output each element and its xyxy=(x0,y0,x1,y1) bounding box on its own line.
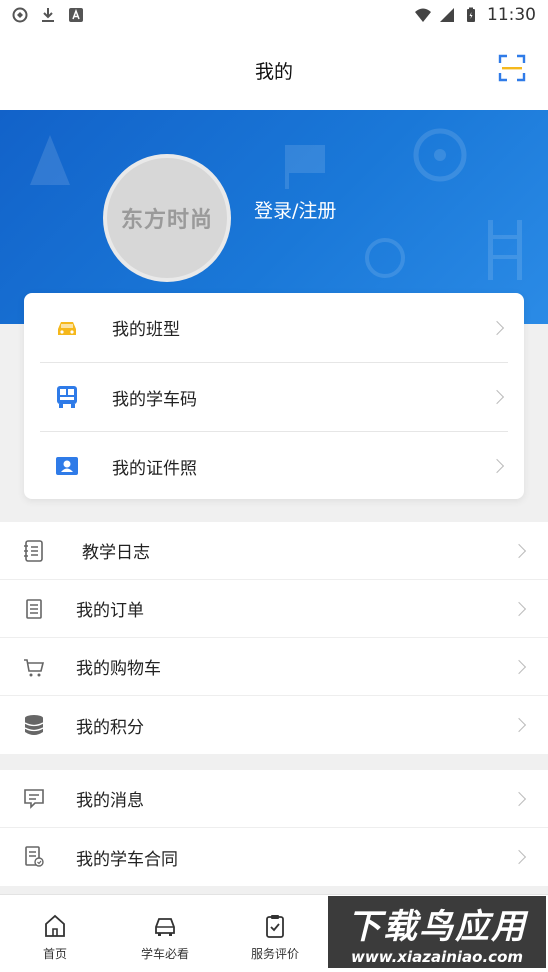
card-item-label: 我的班型 xyxy=(112,320,180,340)
login-register-link[interactable]: 登录/注册 xyxy=(254,196,336,223)
menu-item-label: 我的购物车 xyxy=(76,659,161,679)
order-icon xyxy=(26,598,42,619)
menu-item-label: 我的订单 xyxy=(76,601,144,621)
car-outline-icon xyxy=(155,918,175,936)
id-photo-icon xyxy=(56,457,78,475)
menu-item-teaching-log[interactable]: 教学日志 xyxy=(0,522,548,580)
wifi-icon xyxy=(415,8,431,22)
signal-icon xyxy=(440,8,454,22)
menu-item-label: 我的消息 xyxy=(76,791,144,811)
font-icon xyxy=(69,8,83,22)
chevron-right-icon xyxy=(511,791,527,806)
stopwatch-icon xyxy=(365,238,405,278)
tab-service-review[interactable]: 服务评价 xyxy=(220,895,330,972)
avatar-logo: 东方时尚 xyxy=(120,207,213,233)
steering-wheel-icon xyxy=(413,128,467,182)
page-title: 我的 xyxy=(254,60,293,83)
notebook-icon xyxy=(24,539,43,562)
traffic-cone-icon xyxy=(30,135,70,185)
watermark-url: www.xiazainiao.com xyxy=(350,947,524,966)
home-icon xyxy=(45,914,65,937)
chevron-right-icon xyxy=(511,849,527,865)
menu-item-points[interactable]: 我的积分 xyxy=(0,696,548,754)
menu-item-label: 我的学车合同 xyxy=(76,849,178,870)
profile-banner: 东方时尚 登录/注册 xyxy=(0,110,548,324)
card-item-label: 我的证件照 xyxy=(112,458,197,479)
menu-item-cart[interactable]: 我的购物车 xyxy=(0,638,548,696)
title-bar: 我的 xyxy=(0,30,548,110)
chevron-right-icon xyxy=(511,659,527,674)
chevron-right-icon xyxy=(489,320,505,335)
coins-icon xyxy=(24,715,44,735)
clipboard-check-icon xyxy=(266,915,284,938)
ladder-icon xyxy=(488,220,522,280)
avatar[interactable]: 东方时尚 xyxy=(103,154,231,282)
tab-label: 服务评价 xyxy=(250,947,299,961)
menu-item-messages[interactable]: 我的消息 xyxy=(0,770,548,828)
cart-icon xyxy=(24,658,45,676)
qr-bus-icon xyxy=(57,386,77,408)
message-icon xyxy=(24,788,44,809)
quick-card: 我的班型 我的学车码 我的证件照 xyxy=(24,293,524,499)
tab-home[interactable]: 首页 xyxy=(0,895,110,972)
flag-icon xyxy=(285,145,325,189)
sync-icon xyxy=(12,7,28,23)
menu-group-primary: 教学日志 我的订单 我的购物车 我的积分 xyxy=(0,522,548,754)
battery-icon xyxy=(467,7,475,22)
tab-must-read[interactable]: 学车必看 xyxy=(110,895,220,972)
watermark: 下载鸟应用 www.xiazainiao.com xyxy=(328,896,546,968)
chevron-right-icon xyxy=(511,543,527,558)
card-item-study-code[interactable]: 我的学车码 xyxy=(40,362,508,431)
car-icon xyxy=(58,321,76,335)
chevron-right-icon xyxy=(489,389,505,405)
download-icon xyxy=(42,8,54,22)
card-item-class-type[interactable]: 我的班型 xyxy=(40,293,508,362)
menu-item-label: 我的积分 xyxy=(76,717,144,738)
contract-icon xyxy=(25,846,44,867)
menu-item-orders[interactable]: 我的订单 xyxy=(0,580,548,638)
status-bar: 11:30 xyxy=(0,0,548,30)
menu-item-label: 教学日志 xyxy=(82,543,150,563)
chevron-right-icon xyxy=(511,717,527,733)
tab-label: 学车必看 xyxy=(140,947,189,961)
menu-group-secondary: 我的消息 我的学车合同 xyxy=(0,770,548,886)
chevron-right-icon xyxy=(511,601,527,616)
tab-label: 首页 xyxy=(42,947,67,961)
chevron-right-icon xyxy=(489,458,505,474)
status-time: 11:30 xyxy=(487,5,536,25)
card-item-label: 我的学车码 xyxy=(112,389,197,410)
card-item-id-photo[interactable]: 我的证件照 xyxy=(40,431,508,500)
scan-icon[interactable] xyxy=(498,54,526,82)
menu-item-contract[interactable]: 我的学车合同 xyxy=(0,828,548,886)
watermark-title: 下载鸟应用 xyxy=(347,906,527,947)
